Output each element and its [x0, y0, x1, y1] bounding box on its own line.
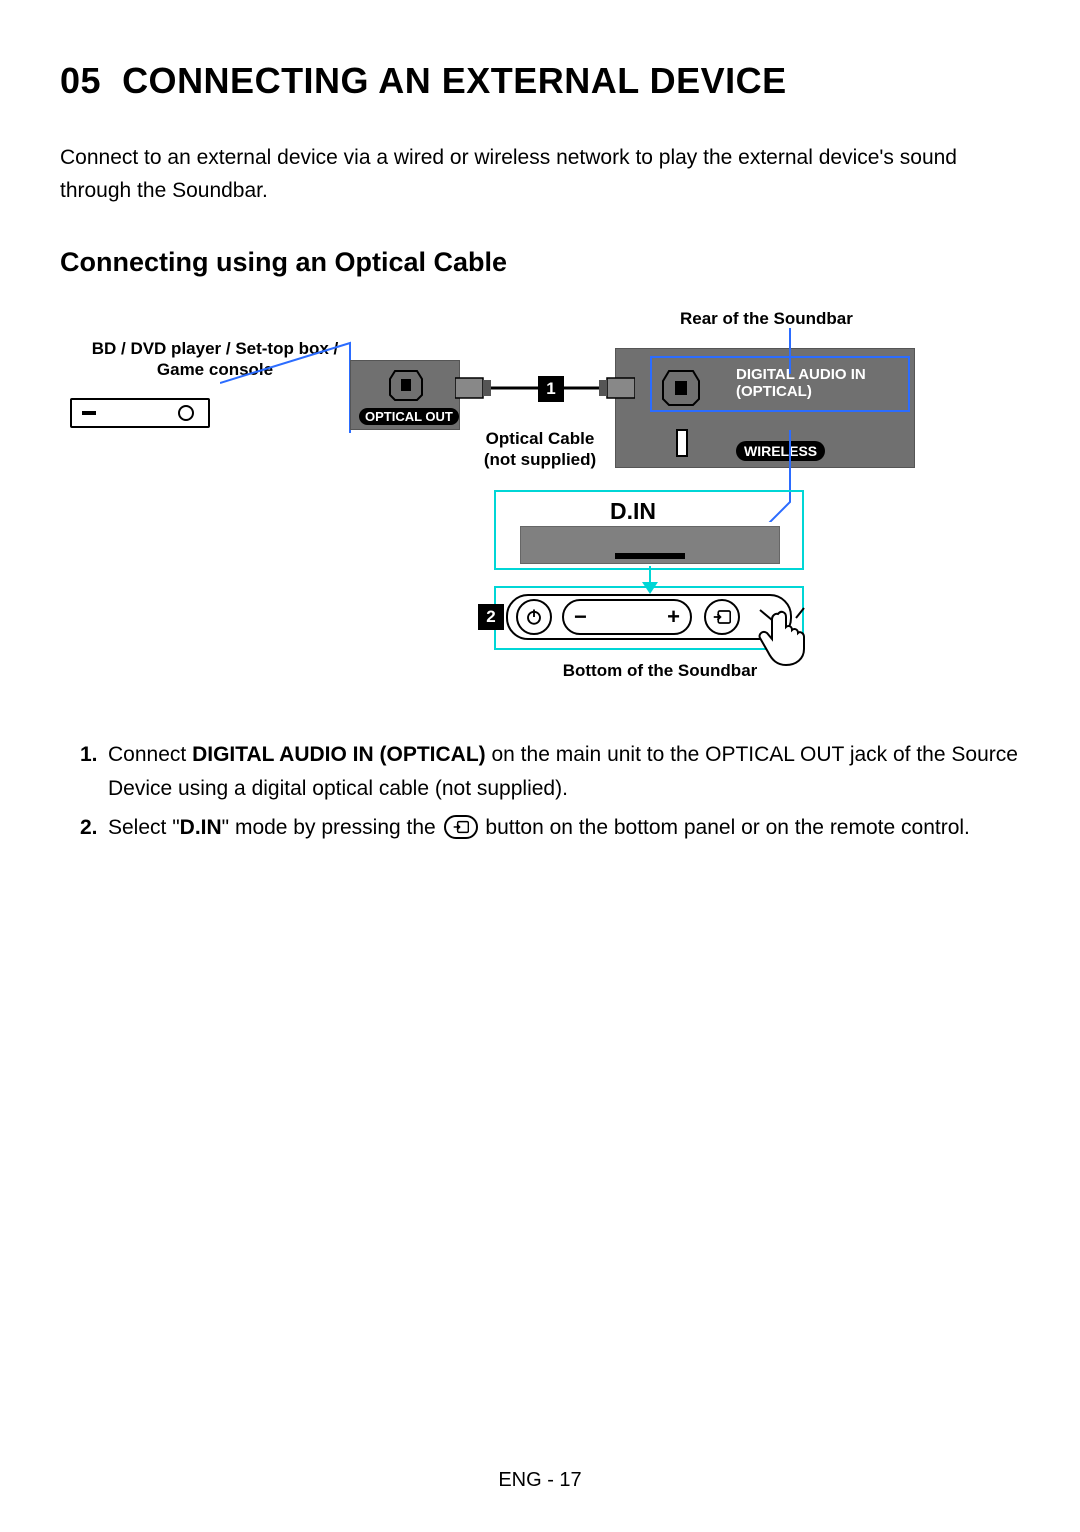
step-2-number: 2. — [80, 811, 108, 845]
step-1-number: 1. — [80, 738, 108, 805]
connection-diagram: Rear of the Soundbar BD / DVD player / S… — [60, 308, 1020, 708]
label-optical-cable: Optical Cable(not supplied) — [470, 428, 610, 471]
step-1: 1. Connect DIGITAL AUDIO IN (OPTICAL) on… — [80, 738, 1020, 805]
steps-list: 1. Connect DIGITAL AUDIO IN (OPTICAL) on… — [80, 738, 1020, 845]
intro-paragraph: Connect to an external device via a wire… — [60, 142, 1000, 207]
subsection-heading: Connecting using an Optical Cable — [60, 247, 1020, 278]
source-device-icon — [70, 398, 210, 428]
step-1-text: Connect DIGITAL AUDIO IN (OPTICAL) on th… — [108, 738, 1020, 805]
optical-out-panel: OPTICAL OUT — [350, 360, 460, 430]
wireless-slot-icon — [676, 429, 688, 457]
section-number: 05 — [60, 60, 101, 101]
page-footer: ENG - 17 — [0, 1469, 1080, 1492]
callout-display — [494, 490, 804, 570]
hand-pointer-icon — [756, 606, 816, 666]
step-badge-2: 2 — [478, 604, 504, 630]
section-heading: 05 CONNECTING AN EXTERNAL DEVICE — [60, 60, 1020, 102]
label-optical-out: OPTICAL OUT — [359, 408, 459, 425]
step-2: 2. Select "D.IN" mode by pressing the bu… — [80, 811, 1020, 845]
step-2-text: Select "D.IN" mode by pressing the butto… — [108, 811, 1020, 845]
source-button-inline-icon — [444, 815, 478, 839]
section-title: CONNECTING AN EXTERNAL DEVICE — [122, 60, 787, 101]
label-bottom-soundbar: Bottom of the Soundbar — [540, 660, 780, 681]
optical-out-port-icon — [389, 369, 423, 405]
step-badge-1: 1 — [538, 376, 564, 402]
